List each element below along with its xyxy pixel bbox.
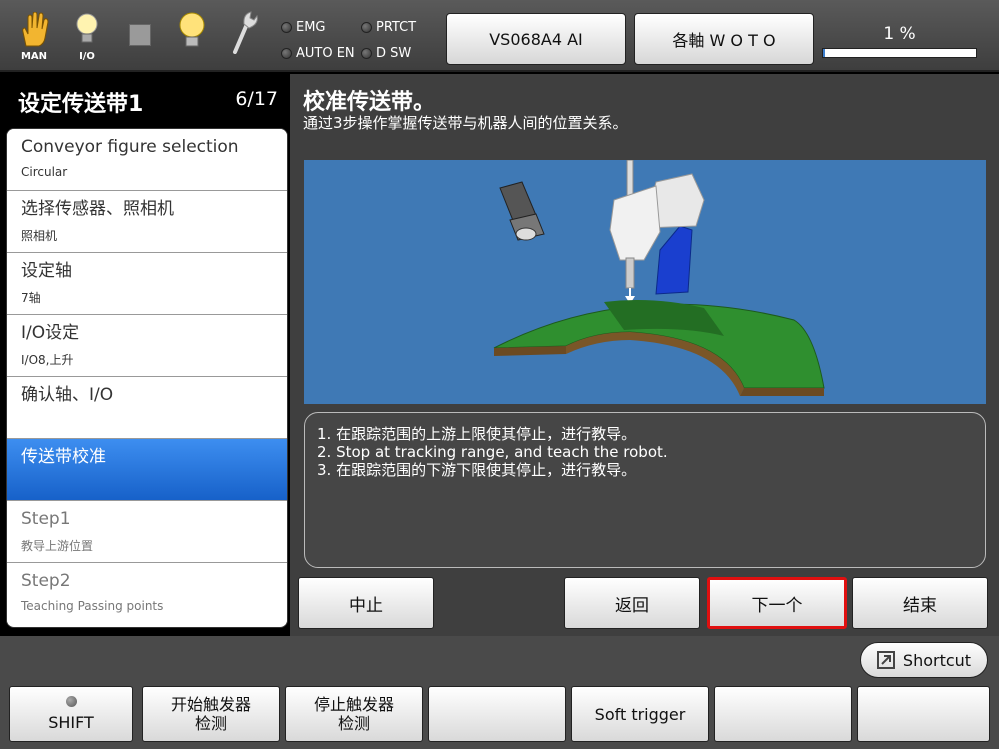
emg-indicator-icon	[281, 22, 292, 33]
step-item-conveyor-figure[interactable]: Conveyor figure selection Circular	[7, 129, 287, 191]
auto-en-lamp: AUTO EN	[281, 46, 355, 61]
shift-button[interactable]: SHIFT	[9, 686, 133, 742]
function-key-empty-3[interactable]	[857, 686, 990, 742]
camera-icon	[499, 181, 545, 241]
step-title: Step1	[21, 509, 71, 529]
robot-model-button[interactable]: VS068A4 AI	[446, 13, 626, 65]
step-item-step2[interactable]: Step2 Teaching Passing points	[7, 563, 287, 625]
circular-conveyor-icon	[493, 300, 825, 396]
finish-button[interactable]: 结束	[852, 577, 988, 629]
step-item-axis[interactable]: 设定轴 7轴	[7, 253, 287, 315]
start-trigger-detect-button[interactable]: 开始触发器 检测	[142, 686, 280, 742]
step-item-confirm-axis-io[interactable]: 确认轴、I/O	[7, 377, 287, 439]
abort-button[interactable]: 中止	[298, 577, 434, 629]
lightbulb-icon[interactable]	[172, 10, 212, 62]
next-button[interactable]: 下一个	[707, 577, 847, 629]
conveyor-illustration	[304, 159, 986, 404]
page-counter: 6/17	[235, 88, 278, 110]
status-bar: MAN I/O EMG PRTCT AUTO EN D SW VS068A4 A…	[0, 0, 999, 72]
axis-mode-button[interactable]: 各軸 W O T O	[634, 13, 814, 65]
prtct-indicator-icon	[361, 22, 372, 33]
auto-en-label: AUTO EN	[296, 46, 355, 61]
start-trigger-label-1: 开始触发器	[170, 695, 251, 714]
d-sw-label: D SW	[376, 46, 412, 61]
step-value: Circular	[21, 165, 68, 179]
wizard-title: 设定传送带1	[18, 92, 144, 117]
page-subtitle: 通过3步操作掌握传送带与机器人间的位置关系。	[303, 114, 628, 132]
shift-label: SHIFT	[48, 713, 94, 732]
step-item-conveyor-calibration[interactable]: 传送带校准	[7, 439, 287, 501]
step-value: 7轴	[21, 291, 41, 305]
external-link-icon	[876, 651, 895, 669]
hand-icon[interactable]: MAN	[14, 10, 54, 62]
function-key-empty-2[interactable]	[714, 686, 852, 742]
step-item-io-setting[interactable]: I/O设定 I/O8,上升	[7, 315, 287, 377]
wizard-step-list: Conveyor figure selection Circular 选择传感器…	[6, 128, 288, 628]
prtct-lamp: PRTCT	[361, 20, 416, 35]
io-lightbulb-icon[interactable]: I/O	[67, 10, 107, 62]
auto-en-indicator-icon	[281, 48, 292, 59]
step-item-step1[interactable]: Step1 教导上游位置	[7, 501, 287, 563]
shift-indicator-icon	[65, 696, 77, 707]
io-icon-caption: I/O	[79, 51, 95, 62]
instruction-line: 1. 在跟踪范围的上游上限使其停止，进行教导。	[317, 425, 637, 443]
d-sw-lamp: D SW	[361, 46, 411, 61]
stop-trigger-label-1: 停止触发器	[313, 695, 394, 714]
step-title: 选择传感器、照相机	[21, 199, 174, 219]
step-value: 照相机	[21, 229, 58, 243]
emg-label: EMG	[296, 20, 326, 35]
back-button[interactable]: 返回	[564, 577, 700, 629]
instruction-line: 2. Stop at tracking range, and teach the…	[317, 443, 668, 461]
stop-square-icon[interactable]	[120, 10, 160, 62]
stop-trigger-label-2: 检测	[337, 714, 370, 733]
function-key-empty-1[interactable]	[428, 686, 566, 742]
emg-lamp: EMG	[281, 20, 326, 35]
step-title: Conveyor figure selection	[21, 137, 239, 157]
speed-bar-fill	[823, 49, 825, 57]
robot-arm-icon	[609, 159, 705, 304]
step-title: 设定轴	[21, 261, 72, 281]
instruction-line: 3. 在跟踪范围的下游下限使其停止，进行教导。	[317, 461, 637, 479]
step-title: Step2	[21, 571, 71, 591]
wrench-icon[interactable]	[224, 10, 264, 62]
d-sw-indicator-icon	[361, 48, 372, 59]
step-title: 传送带校准	[21, 447, 106, 467]
speed-label: 1 %	[883, 24, 916, 44]
start-trigger-label-2: 检测	[194, 714, 227, 733]
shortcut-button[interactable]: Shortcut	[860, 642, 988, 678]
instruction-box: 1. 在跟踪范围的上游上限使其停止，进行教导。 2. Stop at track…	[304, 412, 986, 568]
left-panel-header: 设定传送带1 6/17	[6, 80, 288, 122]
step-title: I/O设定	[21, 323, 80, 343]
step-item-sensor-camera[interactable]: 选择传感器、照相机 照相机	[7, 191, 287, 253]
prtct-label: PRTCT	[376, 20, 417, 35]
step-title: 确认轴、I/O	[21, 385, 114, 405]
step-value: Teaching Passing points	[21, 599, 164, 613]
shortcut-label: Shortcut	[902, 650, 972, 670]
hand-icon-caption: MAN	[20, 51, 48, 62]
soft-trigger-button[interactable]: Soft trigger	[571, 686, 709, 742]
step-value: I/O8,上升	[21, 353, 74, 367]
step-value: 教导上游位置	[21, 539, 94, 553]
stop-trigger-detect-button[interactable]: 停止触发器 检测	[285, 686, 423, 742]
speed-bar	[822, 48, 977, 58]
